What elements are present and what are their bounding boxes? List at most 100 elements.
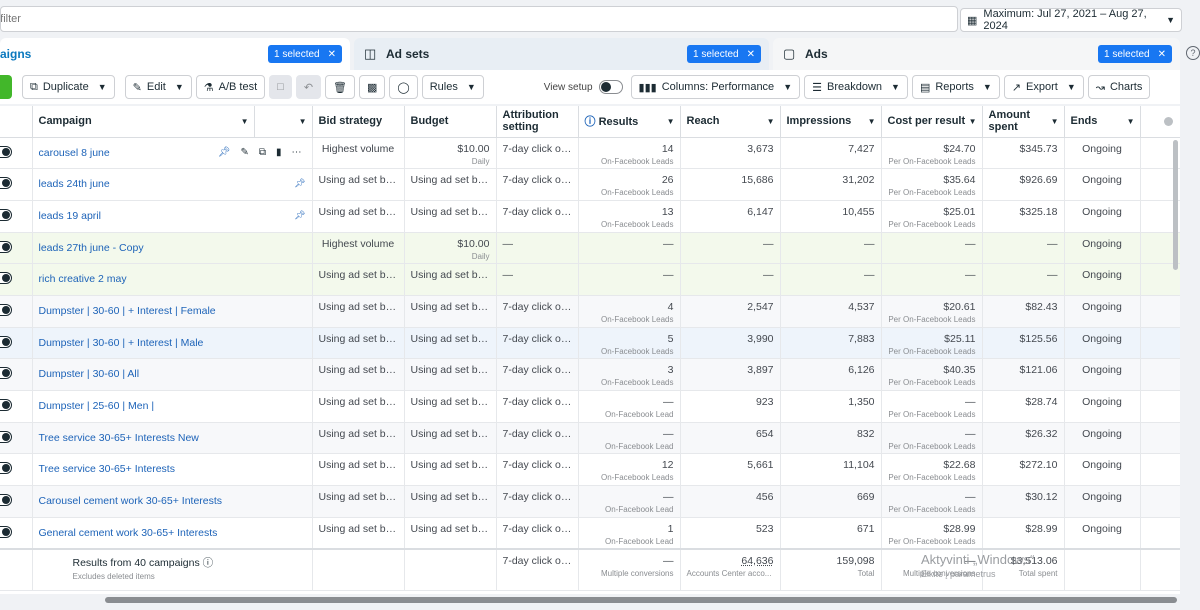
budget-cell[interactable]: Using ad set bud... <box>404 358 497 391</box>
campaign-name-cell[interactable]: Tree service 30-65+ Interests New <box>32 422 313 455</box>
campaign-name[interactable]: carousel 8 june <box>39 147 110 159</box>
campaign-name-cell[interactable]: Dumpster | 30-60 | + Interest | Female <box>32 295 313 328</box>
pin-icon[interactable]: 📌︎ <box>218 147 231 158</box>
table-row[interactable]: Dumpster | 30-60 | All Using ad set bid .… <box>0 358 1180 391</box>
selected-badge[interactable]: 1 selected ✕ <box>1098 45 1172 63</box>
vertical-scrollbar[interactable] <box>1173 140 1178 270</box>
campaign-name[interactable]: leads 27th june - Copy <box>39 242 144 254</box>
reports-button[interactable]: ▤ Reports ▼ <box>911 75 1000 99</box>
campaign-name-cell[interactable]: 📌︎ ✎ ⧉ ▮ ⋯ carousel 8 june <box>32 137 313 170</box>
campaign-name[interactable]: leads 24th june <box>39 178 110 190</box>
help-icon[interactable]: ? <box>1186 46 1200 60</box>
header-hidden[interactable]: ▼ <box>254 106 313 138</box>
campaign-name-cell[interactable]: rich creative 2 may <box>32 263 313 296</box>
table-row[interactable]: 📌︎ leads 19 april Using ad set bid ... Usin… <box>0 200 1180 233</box>
row-toggle[interactable] <box>0 430 12 443</box>
header-campaign[interactable]: Campaign ▼ <box>32 106 255 138</box>
budget-cell[interactable]: Using ad set bud... <box>404 517 497 550</box>
header-bid-strategy[interactable]: Bid strategy <box>312 106 405 138</box>
view-setup-toggle[interactable] <box>598 80 623 94</box>
tab-ads[interactable]: ▢ Ads 1 selected ✕ <box>773 38 1180 70</box>
table-row[interactable]: Dumpster | 30-60 | + Interest | Male Usin… <box>0 327 1180 360</box>
campaign-name[interactable]: Dumpster | 25-60 | Men | <box>39 400 155 412</box>
campaign-name-cell[interactable]: 📌︎ leads 24th june <box>32 168 313 201</box>
chevron-down-icon[interactable]: ▼ <box>98 82 107 92</box>
row-toggle[interactable] <box>0 462 12 475</box>
table-row[interactable]: rich creative 2 may Using ad set bid ... U… <box>0 263 1180 296</box>
campaign-name[interactable]: Dumpster | 30-60 | + Interest | Female <box>39 305 216 317</box>
campaign-name[interactable]: Tree service 30-65+ Interests <box>39 463 175 475</box>
budget-cell[interactable]: Using ad set bud... <box>404 485 497 518</box>
columns-button[interactable]: ▮▮▮ Columns: Performance ▼ <box>630 75 801 99</box>
campaign-name-cell[interactable]: General cement work 30-65+ Interests <box>32 517 313 550</box>
tab-ad-sets[interactable]: ◫ Ad sets 1 selected ✕ <box>354 38 769 70</box>
budget-cell[interactable]: Using ad set bud... <box>404 263 497 296</box>
create-button[interactable] <box>0 75 12 99</box>
budget-cell[interactable]: Using ad set bud... <box>404 453 497 487</box>
budget-cell[interactable]: Using ad set bud... <box>404 200 497 233</box>
clipboard-button[interactable]: □ <box>269 75 292 99</box>
close-icon[interactable]: ✕ <box>747 49 755 60</box>
campaign-name[interactable]: leads 19 april <box>39 210 101 222</box>
more-icon[interactable]: ⋯ <box>292 147 302 158</box>
table-row[interactable]: Dumpster | 25-60 | Men | Using ad set bid… <box>0 390 1180 423</box>
selected-badge[interactable]: 1 selected ✕ <box>268 45 342 63</box>
header-add-column[interactable] <box>1140 106 1180 138</box>
campaign-name-cell[interactable]: Tree service 30-65+ Interests <box>32 453 313 487</box>
header-cost-per-result[interactable]: Cost per result ▼ <box>881 106 983 138</box>
pin-icon[interactable]: 📌︎ <box>294 210 305 221</box>
row-toggle[interactable] <box>0 525 12 538</box>
undo-button[interactable]: ↶ <box>295 75 322 99</box>
bar-chart-icon[interactable]: ▮ <box>276 147 282 158</box>
charts-button[interactable]: ↝ Charts <box>1087 75 1151 99</box>
campaign-name-cell[interactable]: Dumpster | 30-60 | All <box>32 358 313 391</box>
breakdown-button[interactable]: ☰ Breakdown ▼ <box>804 75 908 99</box>
campaign-name[interactable]: General cement work 30-65+ Interests <box>39 527 218 539</box>
campaign-name-cell[interactable]: Carousel cement work 30-65+ Interests <box>32 485 313 518</box>
search-filter-bar[interactable] <box>0 6 958 32</box>
chevron-down-icon[interactable]: ▼ <box>175 82 184 92</box>
table-row[interactable]: Tree service 30-65+ Interests New Using a… <box>0 422 1180 455</box>
campaign-name[interactable]: rich creative 2 may <box>39 273 127 285</box>
table-row[interactable]: Carousel cement work 30-65+ Interests Usi… <box>0 485 1180 518</box>
campaign-name-cell[interactable]: leads 27th june - Copy <box>32 232 313 265</box>
budget-cell[interactable]: Using ad set bud... <box>404 327 497 360</box>
pin-icon[interactable]: 📌︎ <box>294 178 305 189</box>
row-toggle[interactable] <box>0 335 12 348</box>
header-impressions[interactable]: Impressions ▼ <box>780 106 882 138</box>
budget-cell[interactable]: $10.00 Daily <box>404 137 497 170</box>
row-toggle[interactable] <box>0 303 12 316</box>
budget-cell[interactable]: Using ad set bud... <box>404 295 497 328</box>
column-settings-icon[interactable] <box>1164 117 1173 126</box>
header-reach[interactable]: Reach ▼ <box>680 106 781 138</box>
duplicate-button[interactable]: ⧉ Duplicate ▼ <box>22 75 115 99</box>
pencil-icon[interactable]: ✎ <box>240 147 248 158</box>
search-filter-input[interactable] <box>1 7 957 31</box>
row-toggle[interactable] <box>0 145 12 158</box>
edit-button[interactable]: ✎ Edit ▼ <box>124 75 192 99</box>
export-button[interactable]: ↗ Export ▼ <box>1003 75 1084 99</box>
budget-cell[interactable]: Using ad set bud... <box>404 168 497 201</box>
rules-button[interactable]: Rules ▼ <box>421 75 484 99</box>
row-toggle[interactable] <box>0 367 12 380</box>
table-row[interactable]: leads 27th june - Copy Highest volume $10.… <box>0 232 1180 265</box>
chevron-down-icon[interactable]: ▼ <box>1067 82 1076 92</box>
tab-campaigns[interactable]: aigns 1 selected ✕ <box>0 38 350 70</box>
ab-test-button[interactable]: ⚗ A/B test <box>195 75 266 99</box>
close-icon[interactable]: ✕ <box>1158 49 1166 60</box>
row-toggle[interactable] <box>0 177 12 190</box>
preview-button[interactable]: ▩ <box>359 75 386 99</box>
campaign-name[interactable]: Dumpster | 30-60 | All <box>39 368 140 380</box>
row-toggle[interactable] <box>0 399 12 411</box>
budget-cell[interactable]: Using ad set bud... <box>404 390 497 423</box>
row-toggle[interactable] <box>0 240 12 253</box>
campaign-name-cell[interactable]: Dumpster | 25-60 | Men | <box>32 390 313 423</box>
campaign-name-cell[interactable]: 📌︎ leads 19 april <box>32 200 313 233</box>
row-toggle[interactable] <box>0 272 12 285</box>
campaign-name-cell[interactable]: Dumpster | 30-60 | + Interest | Male <box>32 327 313 360</box>
budget-cell[interactable]: Using ad set bud... <box>404 422 497 455</box>
row-toggle[interactable] <box>0 494 12 507</box>
header-results[interactable]: ⓘ Results ▼ <box>578 106 681 138</box>
table-row[interactable]: General cement work 30-65+ Interests Usin… <box>0 517 1180 550</box>
header-ends[interactable]: Ends ▼ <box>1064 106 1141 138</box>
